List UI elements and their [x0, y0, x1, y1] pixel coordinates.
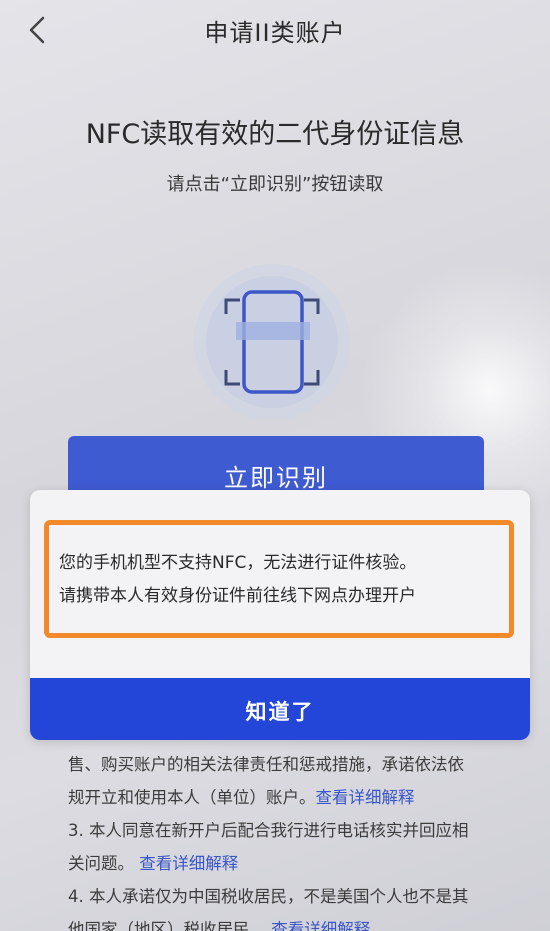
terms-line: 售、购买账户的相关法律责任和惩戒措施，承诺依法依 — [68, 755, 464, 774]
detail-link[interactable]: 查看详细解释 — [139, 854, 238, 873]
terms-text-span: 关问题。 — [68, 854, 134, 873]
terms-line: 他国家（地区）税收居民。 查看详细解释 — [68, 913, 548, 931]
terms-line: 规开立和使用本人（单位）账户。查看详细解释 — [68, 781, 548, 814]
main-title: NFC读取有效的二代身份证信息 — [85, 119, 465, 150]
detail-link[interactable]: 查看详细解释 — [316, 788, 415, 807]
phone-scan-icon — [192, 262, 352, 422]
chevron-left-icon — [29, 16, 45, 44]
terms-text-span: 规开立和使用本人（单位）账户。 — [68, 788, 316, 807]
terms-line: 关问题。 查看详细解释 — [68, 847, 548, 880]
detail-link[interactable]: 查看详细解释 — [271, 920, 370, 931]
dialog-message-box: 您的手机机型不支持NFC，无法进行证件核验。 请携带本人有效身份证件前往线下网点… — [44, 520, 514, 638]
terms-text-span: 他国家（地区）税收居民。 — [68, 920, 266, 931]
terms-text: 售、购买账户的相关法律责任和惩戒措施，承诺依法依 规开立和使用本人（单位）账户。… — [68, 748, 548, 931]
sub-title: 请点击“立即识别”按钮读取 — [166, 174, 384, 195]
terms-line: 4. 本人承诺仅为中国税收居民，不是美国个人也不是其 — [68, 887, 469, 906]
dialog-message-line: 请携带本人有效身份证件前往线下网点办理开户 — [59, 586, 416, 606]
terms-line: 3. 本人同意在新开户后配合我行进行电话核实并回应相 — [68, 821, 469, 840]
nfc-unsupported-dialog: 您的手机机型不支持NFC，无法进行证件核验。 请携带本人有效身份证件前往线下网点… — [30, 490, 530, 740]
dialog-ok-button[interactable]: 知道了 — [30, 678, 530, 740]
screen: 申请II类账户 NFC读取有效的二代身份证信息 请点击“立即识别”按钮读取 立即… — [0, 0, 550, 931]
back-button[interactable] — [22, 12, 52, 48]
dialog-message-line: 您的手机机型不支持NFC，无法进行证件核验。 — [59, 553, 417, 573]
page-title: 申请II类账户 — [204, 18, 346, 47]
header: 申请II类账户 — [0, 0, 550, 60]
